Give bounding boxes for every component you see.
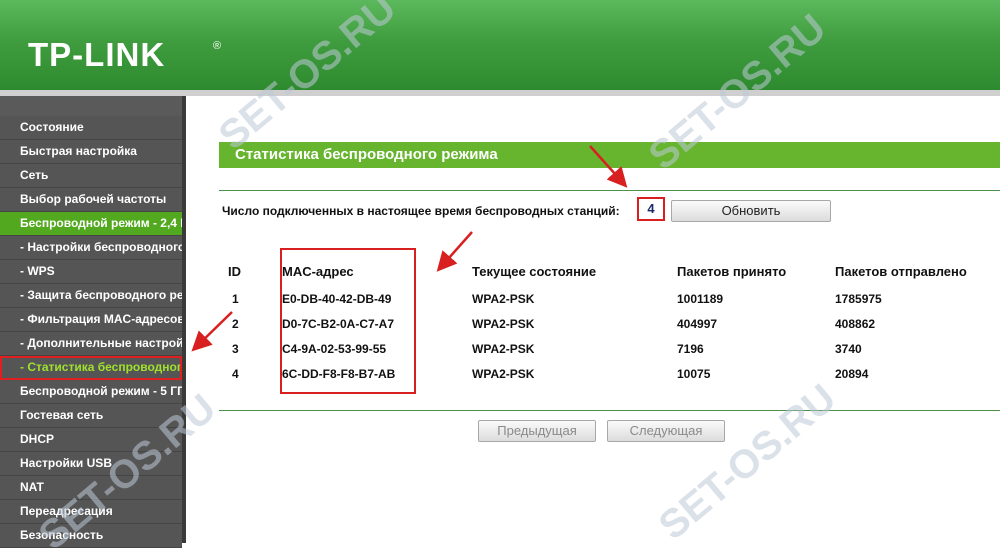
cell-mac: 6C-DD-F8-F8-B7-AB	[282, 366, 396, 381]
cell-rx: 1001189	[677, 291, 724, 306]
sidebar-item-mac-filtering[interactable]: - Фильтрация MAC-адресов	[0, 308, 182, 332]
table-row: 2 D0-7C-B2-0A-C7-A7 WPA2-PSK 404997 4088…	[228, 311, 995, 336]
sidebar-item-usb[interactable]: Настройки USB	[0, 452, 182, 476]
cell-rx: 10075	[677, 366, 711, 381]
cell-id: 3	[232, 341, 239, 356]
cell-state: WPA2-PSK	[472, 291, 535, 306]
cell-mac: C4-9A-02-53-99-55	[282, 341, 387, 356]
sidebar-item-band-select[interactable]: Выбор рабочей частоты	[0, 188, 182, 212]
cell-state: WPA2-PSK	[472, 316, 535, 331]
table-header-row: ID MAC-адрес Текущее состояние Пакетов п…	[228, 256, 995, 286]
main-content: Статистика беспроводного режима Число по…	[186, 96, 1000, 543]
sidebar-item-dhcp[interactable]: DHCP	[0, 428, 182, 452]
col-header-tx: Пакетов отправлено	[835, 263, 967, 279]
table-row: 3 C4-9A-02-53-99-55 WPA2-PSK 7196 3740	[228, 336, 995, 361]
sidebar-item-wireless-24[interactable]: Беспроводной режим - 2,4 ГГц	[0, 212, 182, 236]
sidebar-item-wps[interactable]: - WPS	[0, 260, 182, 284]
sidebar-item-network[interactable]: Сеть	[0, 164, 182, 188]
col-header-id: ID	[228, 263, 241, 279]
cell-mac: D0-7C-B2-0A-C7-A7	[282, 316, 395, 331]
sidebar-item-guest-network[interactable]: Гостевая сеть	[0, 404, 182, 428]
sidebar-item-status[interactable]: Состояние	[0, 116, 182, 140]
cell-rx: 7196	[677, 341, 704, 356]
cell-mac: E0-DB-40-42-DB-49	[282, 291, 392, 306]
station-count-value: 4	[637, 197, 665, 221]
cell-tx: 20894	[835, 366, 869, 381]
table-row: 1 E0-DB-40-42-DB-49 WPA2-PSK 1001189 178…	[228, 286, 995, 311]
sidebar-item-advanced[interactable]: - Дополнительные настройки	[0, 332, 182, 356]
sidebar-list: Состояние Быстрая настройка Сеть Выбор р…	[0, 116, 182, 548]
prev-page-button[interactable]: Предыдущая	[478, 420, 596, 442]
cell-rx: 404997	[677, 316, 718, 331]
page-title: Статистика беспроводного режима	[219, 142, 1000, 168]
registered-mark: ®	[213, 40, 222, 52]
col-header-rx: Пакетов принято	[677, 263, 787, 279]
top-divider	[219, 190, 1000, 191]
stations-table: ID MAC-адрес Текущее состояние Пакетов п…	[228, 256, 995, 386]
sidebar-item-wireless-statistics[interactable]: - Статистика беспроводного режима	[0, 356, 182, 380]
bottom-divider	[219, 410, 1000, 411]
sidebar-item-forwarding[interactable]: Переадресация	[0, 500, 182, 524]
cell-id: 4	[232, 366, 239, 381]
cell-tx: 3740	[835, 341, 862, 356]
cell-state: WPA2-PSK	[472, 341, 535, 356]
sidebar-menu: Состояние Быстрая настройка Сеть Выбор р…	[0, 96, 186, 548]
cell-id: 1	[232, 291, 239, 306]
cell-state: WPA2-PSK	[472, 366, 535, 381]
col-header-state: Текущее состояние	[472, 263, 597, 279]
next-page-button[interactable]: Следующая	[607, 420, 725, 442]
tp-link-logo: TP-LINK	[28, 36, 166, 73]
cell-id: 2	[232, 316, 239, 331]
sidebar-item-security[interactable]: Безопасность	[0, 524, 182, 548]
table-row: 4 6C-DD-F8-F8-B7-AB WPA2-PSK 10075 20894	[228, 361, 995, 386]
cell-tx: 408862	[835, 316, 876, 331]
sidebar-item-wireless-5[interactable]: Беспроводной режим - 5 ГГц	[0, 380, 182, 404]
sidebar-item-quick-setup[interactable]: Быстрая настройка	[0, 140, 182, 164]
refresh-button[interactable]: Обновить	[671, 200, 831, 222]
col-header-mac: MAC-адрес	[282, 263, 354, 279]
header-bar: TP-LINK ®	[0, 0, 1000, 90]
sidebar-item-nat[interactable]: NAT	[0, 476, 182, 500]
sidebar-item-wireless-settings[interactable]: - Настройки беспроводного режима	[0, 236, 182, 260]
sidebar-item-wireless-security[interactable]: - Защита беспроводного режима	[0, 284, 182, 308]
cell-tx: 1785975	[835, 291, 882, 306]
station-count-label: Число подключенных в настоящее время бес…	[222, 204, 620, 218]
